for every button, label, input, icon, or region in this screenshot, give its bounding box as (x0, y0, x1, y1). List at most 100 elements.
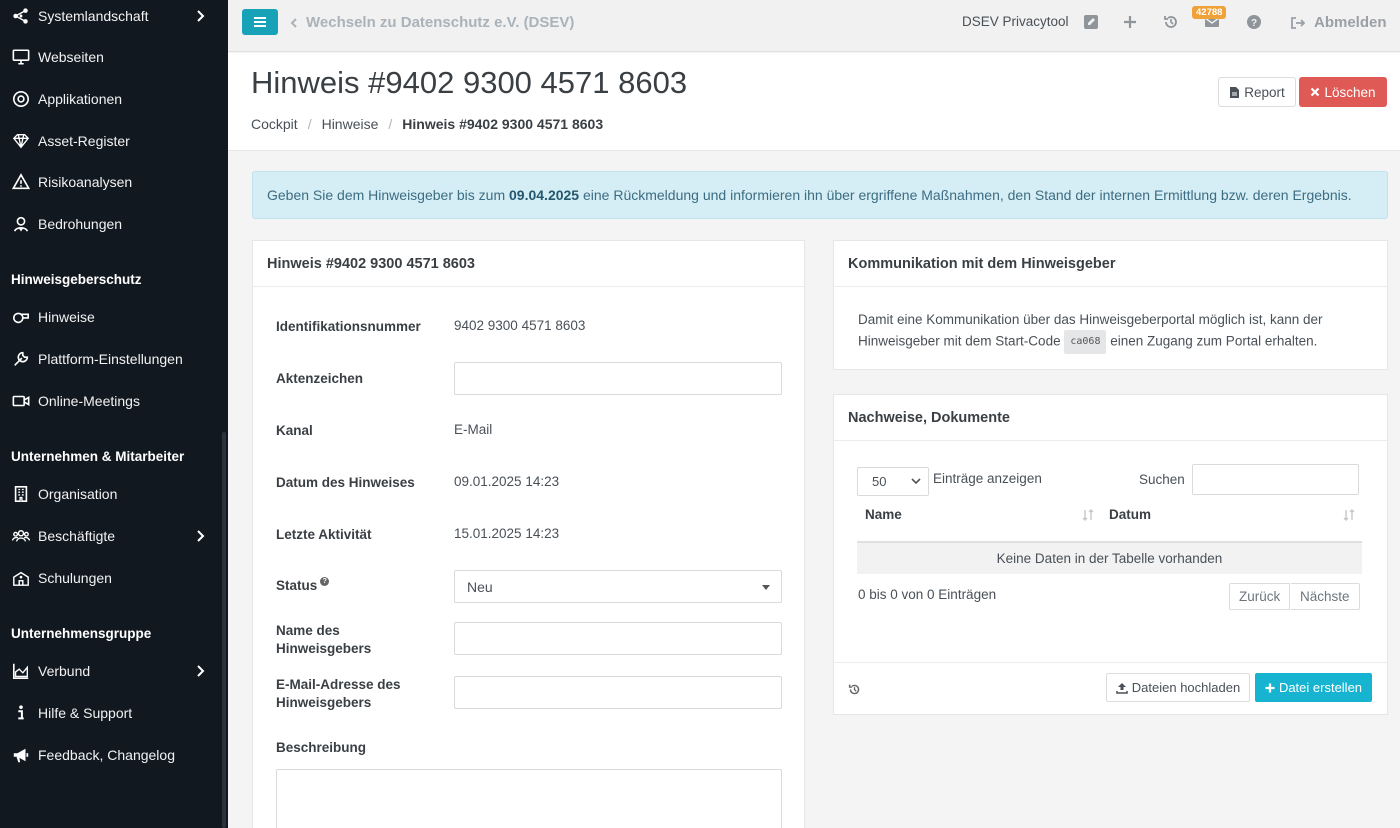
breadcrumb-link-hinweise[interactable]: Hinweise (322, 116, 379, 132)
menu-toggle-button[interactable] (242, 9, 278, 35)
table-empty-row: Keine Daten in der Tabelle vorhanden (857, 541, 1362, 574)
breadcrumb-separator: / (388, 116, 393, 132)
status-label: Status? (276, 577, 330, 595)
entries-label: Einträge anzeigen (933, 471, 1042, 486)
sidebar-item-hinweise[interactable]: Hinweise (0, 297, 228, 337)
switch-organization-label: Wechseln zu Datenschutz e.V. (DSEV) (306, 14, 575, 31)
sidebar-item-label: Risikoanalysen (38, 174, 133, 190)
chevron-down-icon (911, 478, 921, 485)
hamburger-icon (254, 17, 266, 27)
sidebar-item-asset-register[interactable]: Asset-Register (0, 121, 228, 161)
sidebar-item-label: Applikationen (38, 91, 123, 107)
report-button[interactable]: Report (1218, 77, 1296, 107)
search-input[interactable] (1192, 464, 1359, 495)
sidebar-item-online-meetings[interactable]: Online-Meetings (0, 381, 228, 421)
description-textarea[interactable] (276, 769, 782, 828)
last-activity-label: Letzte Aktivität (276, 527, 372, 542)
create-file-button[interactable]: Datei erstellen (1255, 673, 1372, 702)
description-label: Beschreibung (276, 740, 367, 755)
details-card: Hinweis #9402 9300 4571 8603 Identifikat… (252, 240, 805, 828)
app-name[interactable]: DSEV Privacytool (962, 14, 1069, 29)
column-header-datum[interactable]: Datum (1109, 507, 1151, 522)
upload-icon (1116, 682, 1128, 694)
reference-label: Aktenzeichen (276, 371, 364, 386)
sidebar-item-label: Online-Meetings (38, 393, 140, 409)
chevron-left-icon (290, 17, 297, 28)
pagination-previous[interactable]: Zurück (1229, 583, 1291, 610)
chevron-right-icon (197, 530, 205, 542)
history-icon[interactable] (1163, 14, 1179, 30)
sidebar-item-bedrohungen[interactable]: Bedrohungen (0, 204, 228, 244)
whistle-icon (11, 307, 31, 327)
video-icon (11, 391, 31, 411)
sidebar-item-hilfe-support[interactable]: Hilfe & Support (0, 693, 228, 733)
sidebar-item-schulungen[interactable]: Schulungen (0, 558, 228, 598)
file-pdf-icon (1230, 86, 1240, 98)
topbar: Wechseln zu Datenschutz e.V. (DSEV) DSEV… (228, 0, 1400, 52)
sidebar-item-applikationen[interactable]: Applikationen (0, 79, 228, 119)
communication-text-line1: Damit eine Kommunikation über das Hinwei… (858, 312, 1323, 327)
sidebar-item-label: Hinweise (38, 309, 95, 325)
reporter-email-label-line1: E-Mail-Adresse des (276, 677, 401, 692)
pagination-next[interactable]: Nächste (1291, 583, 1360, 610)
reporter-email-input[interactable] (454, 676, 782, 709)
feedback-deadline-alert: Geben Sie dem Hinweisgeber bis zum 09.04… (252, 171, 1388, 219)
sidebar-section-heading: Hinweisgeberschutz (11, 272, 142, 287)
column-header-name[interactable]: Name (865, 507, 902, 522)
plus-icon[interactable] (1122, 14, 1138, 30)
reporter-name-label-line1: Name des (276, 623, 340, 638)
sidebar-item-feedback-changelog[interactable]: Feedback, Changelog (0, 735, 228, 775)
sidebar-item-verbund[interactable]: Verbund (0, 651, 228, 691)
communication-text-line2a: Hinweisgeber mit dem Start-Code (858, 333, 1061, 349)
documents-card: Nachweise, Dokumente 50 Einträge anzeige… (833, 394, 1388, 715)
switch-organization-link[interactable]: Wechseln zu Datenschutz e.V. (DSEV) (290, 14, 574, 31)
edit-icon[interactable] (1083, 14, 1099, 30)
sidebar-item-plattform-einstellungen[interactable]: Plattform-Einstellungen (0, 339, 228, 379)
page-size-value: 50 (872, 474, 887, 489)
delete-button[interactable]: Löschen (1299, 77, 1387, 107)
logout-button[interactable]: Abmelden (1290, 14, 1387, 31)
question-circle-icon[interactable]: ? (320, 577, 330, 586)
notification-badge: 42788 (1192, 6, 1227, 19)
reference-input[interactable] (454, 362, 782, 395)
report-date-label: Datum des Hinweises (276, 475, 415, 490)
sidebar-scrollbar[interactable] (222, 432, 226, 828)
communication-card: Kommunikation mit dem Hinweisgeber Damit… (833, 240, 1388, 370)
network-icon (11, 6, 31, 26)
help-icon[interactable]: ? (1246, 14, 1262, 30)
reporter-name-label-line2: Hinweisgebers (276, 641, 372, 656)
sidebar-item-label: Beschäftigte (38, 528, 116, 544)
reporter-name-input[interactable] (454, 622, 782, 655)
sidebar-item-webseiten[interactable]: Webseiten (0, 37, 228, 77)
upload-files-button[interactable]: Dateien hochladen (1106, 673, 1250, 702)
sidebar-item-beschaeftigte[interactable]: Beschäftigte (0, 516, 228, 556)
sidebar-item-label: Feedback, Changelog (38, 747, 175, 763)
details-card-title: Hinweis #9402 9300 4571 8603 (253, 241, 804, 287)
breadcrumb-separator: / (307, 116, 312, 132)
breadcrumb-link-cockpit[interactable]: Cockpit (251, 116, 298, 132)
sidebar-item-organisation[interactable]: Organisation (0, 474, 228, 514)
sidebar-item-systemlandschaft[interactable]: Systemlandschaft (0, 0, 228, 36)
sidebar-item-label: Hilfe & Support (38, 705, 133, 721)
monitor-icon (11, 47, 31, 67)
users-icon (11, 526, 31, 546)
sort-icon[interactable] (1081, 508, 1095, 522)
page-header: Hinweis #9402 9300 4571 8603 Cockpit / H… (228, 53, 1400, 151)
alert-suffix: eine Rückmeldung und informieren ihn übe… (579, 187, 1352, 203)
chevron-right-icon (197, 10, 205, 22)
page-size-select[interactable]: 50 (857, 467, 929, 496)
page-title: Hinweis #9402 9300 4571 8603 (251, 65, 688, 100)
close-icon (1311, 87, 1320, 97)
user-secret-icon (11, 214, 31, 234)
sidebar-item-label: Bedrohungen (38, 216, 123, 232)
id-value: 9402 9300 4571 8603 (454, 318, 586, 333)
alert-deadline-date: 09.04.2025 (509, 187, 580, 203)
sort-icon[interactable] (1342, 508, 1356, 522)
sidebar-item-risikoanalysen[interactable]: Risikoanalysen (0, 162, 228, 202)
history-icon[interactable] (848, 683, 861, 696)
sidebar-item-label: Webseiten (38, 49, 104, 65)
sidebar-item-label: Schulungen (38, 570, 112, 586)
sidebar-item-label: Asset-Register (38, 133, 130, 149)
table-info: 0 bis 0 von 0 Einträgen (858, 587, 997, 602)
status-select[interactable]: Neu (454, 570, 782, 603)
